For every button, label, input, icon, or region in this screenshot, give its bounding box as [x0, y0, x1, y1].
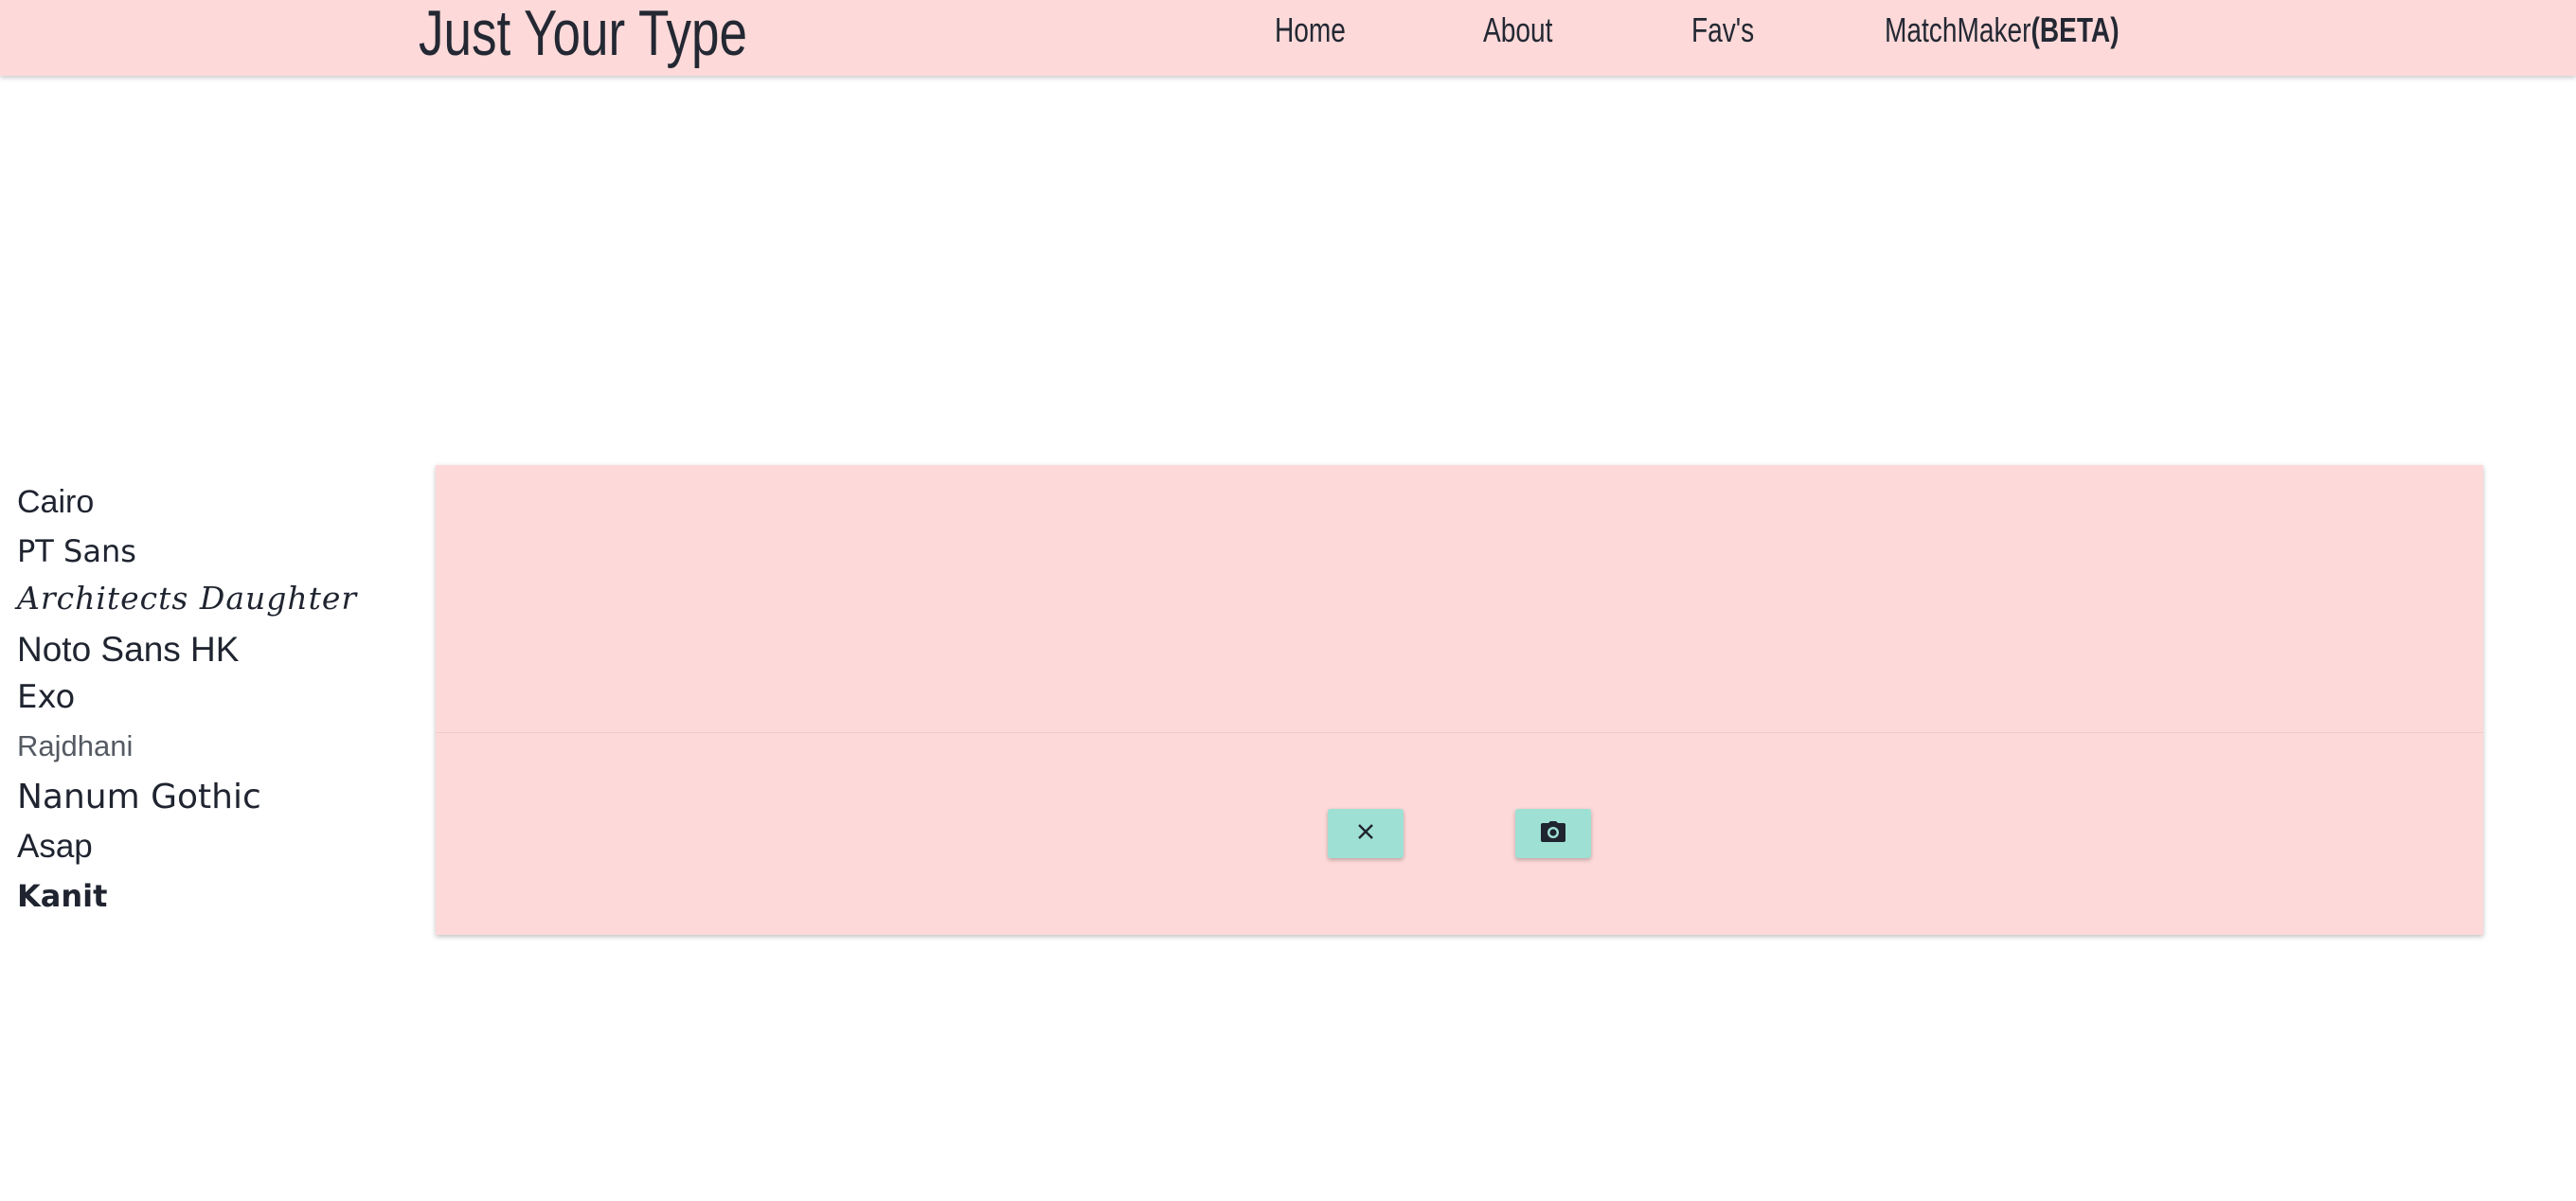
font-item-exo[interactable]: Exo: [17, 678, 75, 716]
card-divider: [436, 732, 2483, 733]
nav-matchmaker-link[interactable]: MatchMaker(BETA): [1885, 13, 2120, 47]
font-preview-card: [436, 465, 2483, 935]
font-item-nanum-gothic[interactable]: Nanum Gothic: [17, 779, 261, 816]
camera-icon: [1540, 820, 1566, 848]
site-brand[interactable]: Just Your Type: [419, 1, 747, 65]
font-item-kanit[interactable]: Kanit: [17, 877, 107, 915]
font-item-pt-sans[interactable]: PT Sans: [17, 532, 136, 570]
nav-favs-link[interactable]: Fav's: [1691, 13, 1754, 47]
nav-matchmaker-label: MatchMaker: [1885, 10, 2031, 49]
nav-home-link[interactable]: Home: [1275, 13, 1346, 47]
font-item-asap[interactable]: Asap: [17, 828, 93, 866]
close-icon: [1356, 822, 1375, 846]
nav-matchmaker-beta-label: (BETA): [2030, 10, 2120, 49]
font-item-architects-daughter[interactable]: Architects Daughter: [17, 580, 357, 618]
font-item-rajdhani[interactable]: Rajdhani: [17, 727, 133, 765]
font-item-cairo[interactable]: Cairo: [17, 483, 94, 521]
dismiss-button[interactable]: [1328, 809, 1404, 858]
font-item-noto-sans-hk[interactable]: Noto Sans HK: [17, 631, 239, 669]
top-navbar: Just Your Type Home About Fav's MatchMak…: [0, 0, 2576, 76]
nav-about-link[interactable]: About: [1483, 13, 1552, 47]
capture-button[interactable]: [1515, 809, 1591, 858]
